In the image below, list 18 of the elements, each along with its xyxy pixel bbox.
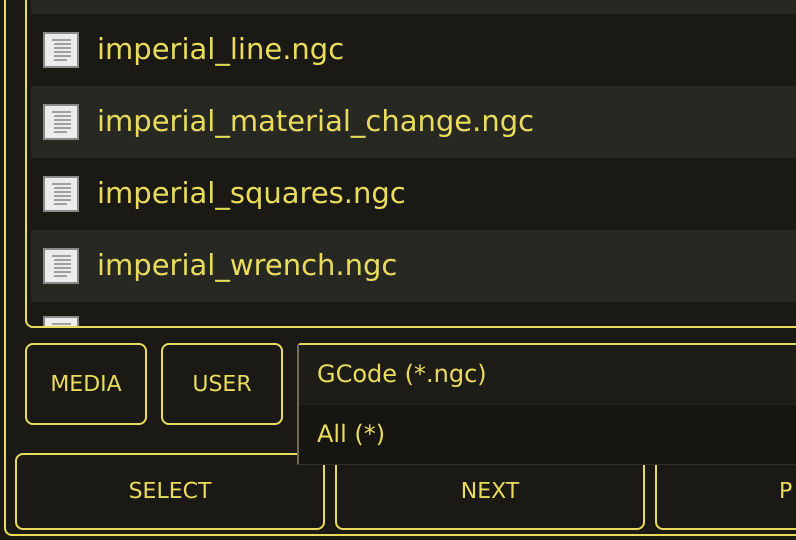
file-icon <box>43 32 79 68</box>
location-button[interactable]: USER <box>161 343 283 425</box>
file-name: imperial_squares.ngc <box>97 178 406 210</box>
file-icon <box>43 316 79 326</box>
file-row[interactable]: imperial_material_change.ngc <box>31 86 796 158</box>
filter-option[interactable]: GCode (*.ngc) <box>299 345 796 404</box>
file-icon <box>43 248 79 284</box>
file-name: imperial_material_change.ngc <box>97 106 534 138</box>
file-name: imperial_line.ngc <box>97 34 344 66</box>
filter-option[interactable]: All (*) <box>299 404 796 464</box>
file-row[interactable]: imperial_line.ngc <box>31 14 796 86</box>
file-row[interactable]: imperial_wrench.ngc <box>31 230 796 302</box>
file-name: imperial_wrench.ngc <box>97 250 398 282</box>
file-icon <box>43 104 79 140</box>
location-button[interactable]: MEDIA <box>25 343 147 425</box>
action-button[interactable]: SELECT <box>15 453 325 530</box>
file-row[interactable]: imperial_squares.ngc <box>31 158 796 230</box>
file-icon <box>43 176 79 212</box>
